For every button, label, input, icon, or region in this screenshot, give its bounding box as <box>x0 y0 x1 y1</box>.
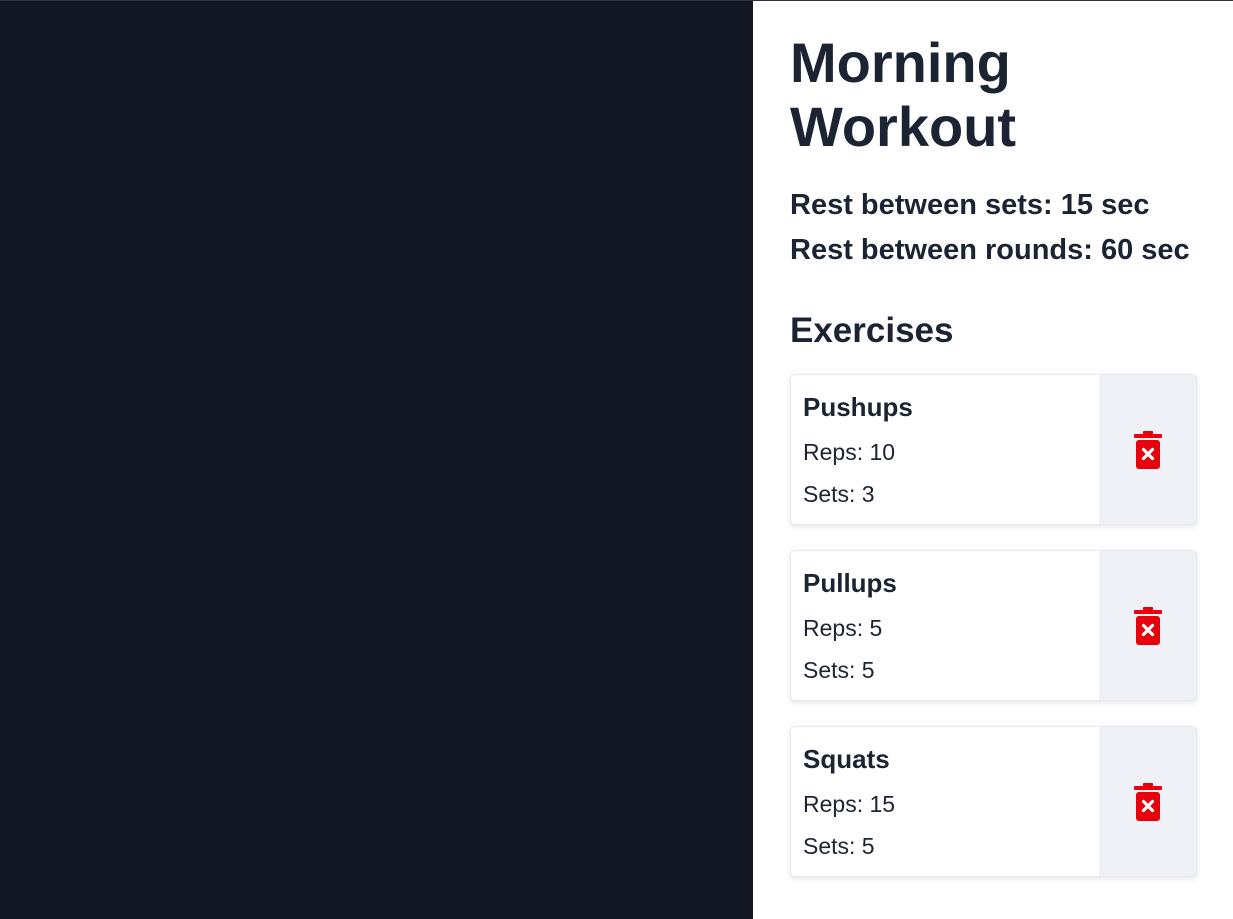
trash-x-icon <box>1133 782 1162 821</box>
exercise-sets: Sets: 5 <box>803 833 875 859</box>
workout-title: Morning Workout <box>790 31 1017 158</box>
exercise-sets: Sets: 3 <box>803 481 875 507</box>
workout-panel: Morning Workout Rest between sets: 15 se… <box>753 1 1233 919</box>
exercise-name: Pullups <box>803 568 897 598</box>
exercise-name: Pushups <box>803 392 913 422</box>
exercise-card: Pushups Reps: 10 Sets: 3 <box>790 374 1197 525</box>
trash-x-icon <box>1133 430 1162 469</box>
exercise-info: Squats Reps: 15 Sets: 5 <box>791 727 1099 876</box>
delete-exercise-button[interactable] <box>1099 551 1196 700</box>
exercise-info: Pushups Reps: 10 Sets: 3 <box>791 375 1099 524</box>
rest-between-sets: Rest between sets: 15 sec <box>790 189 1150 221</box>
delete-exercise-button[interactable] <box>1099 375 1196 524</box>
rest-between-rounds: Rest between rounds: 60 sec <box>790 234 1190 266</box>
exercise-reps: Reps: 5 <box>803 615 883 641</box>
exercises-heading: Exercises <box>790 311 954 350</box>
exercise-list: Pushups Reps: 10 Sets: 3 Pullups Reps: 5… <box>790 374 1197 877</box>
exercise-reps: Reps: 10 <box>803 439 896 465</box>
exercise-reps: Reps: 15 <box>803 791 896 817</box>
exercise-name: Squats <box>803 744 890 774</box>
exercise-info: Pullups Reps: 5 Sets: 5 <box>791 551 1099 700</box>
trash-x-icon <box>1133 606 1162 645</box>
exercise-card: Pullups Reps: 5 Sets: 5 <box>790 550 1197 701</box>
exercise-sets: Sets: 5 <box>803 657 875 683</box>
app-root: Morning Workout Rest between sets: 15 se… <box>0 0 1233 919</box>
exercise-card: Squats Reps: 15 Sets: 5 <box>790 726 1197 877</box>
delete-exercise-button[interactable] <box>1099 727 1196 876</box>
